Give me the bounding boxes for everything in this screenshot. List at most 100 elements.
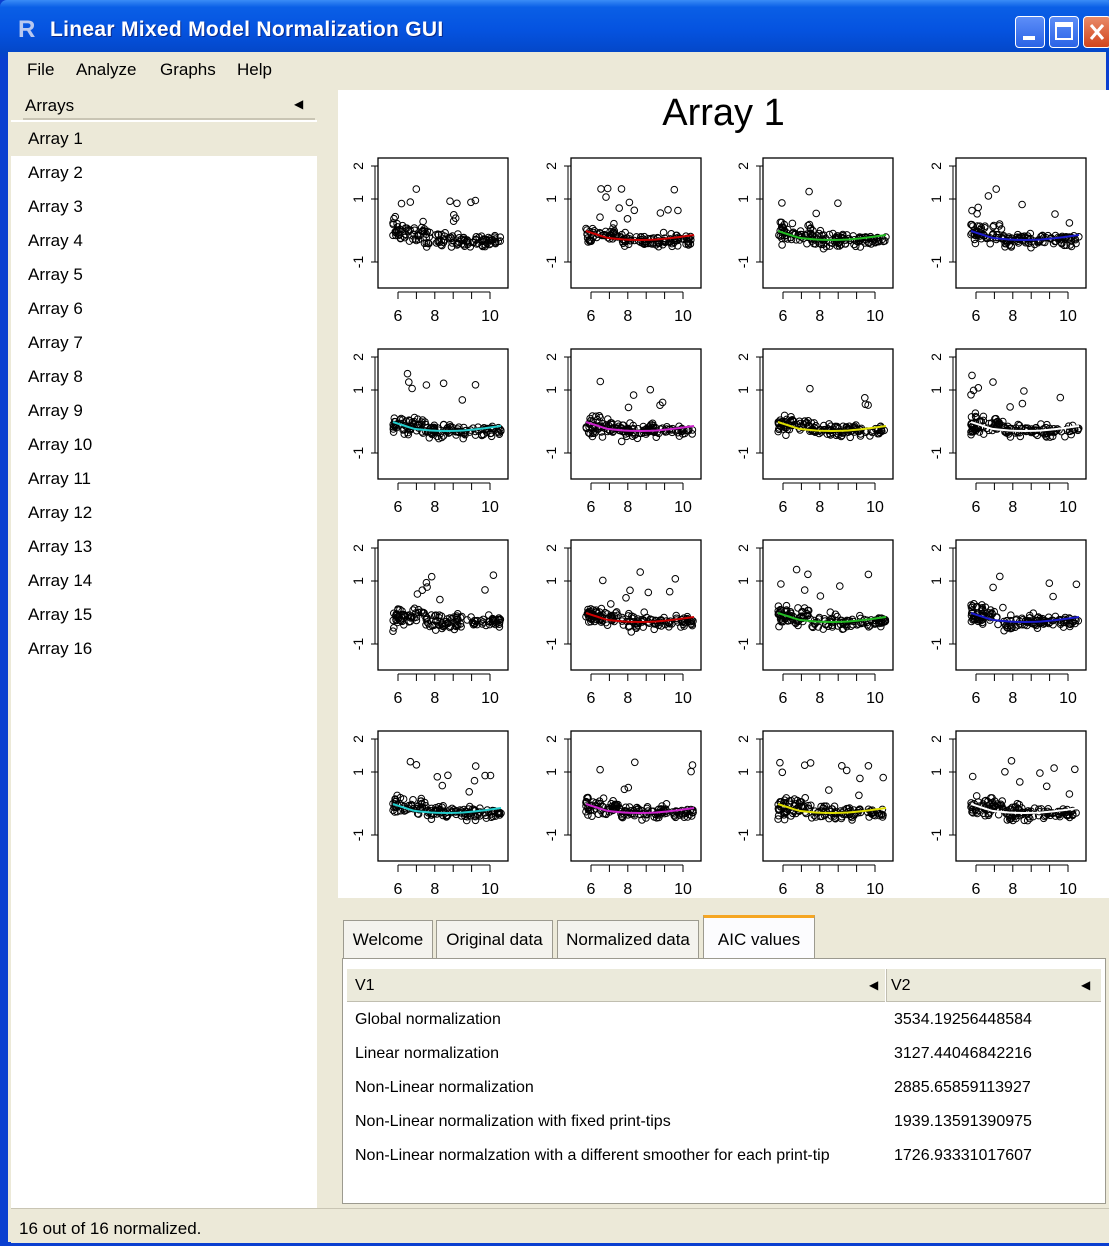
maximize-button[interactable]	[1049, 16, 1079, 48]
menu-help[interactable]: Help	[237, 60, 272, 80]
y-tick-label: -1	[350, 447, 366, 460]
array-list-item[interactable]: Array 2	[11, 156, 317, 190]
ma-plot-panel: 2 1 -1 6 8 10	[735, 730, 894, 898]
x-tick-label: 6	[587, 308, 596, 325]
x-tick-label: 10	[866, 499, 884, 516]
array-list-item[interactable]: Array 9	[11, 394, 317, 428]
tab-welcome[interactable]: Welcome	[343, 920, 433, 958]
close-button[interactable]	[1083, 16, 1109, 48]
menu-bar: File Analyze Graphs Help	[8, 52, 1106, 86]
minimize-button[interactable]	[1015, 16, 1045, 48]
x-tick-label: 10	[866, 690, 884, 707]
status-bar: 16 out of 16 normalized.	[11, 1208, 1109, 1243]
menu-graphs[interactable]: Graphs	[160, 60, 216, 80]
array-list-item[interactable]: Array 5	[11, 258, 317, 292]
y-tick-label: -1	[928, 829, 944, 842]
x-tick-label: 8	[815, 499, 824, 516]
array-list-item[interactable]: Array 4	[11, 224, 317, 258]
aic-row-value: 1939.13591390975	[894, 1113, 1032, 1130]
y-tick-label: 2	[735, 735, 751, 743]
collapse-arrow-icon[interactable]: ◀	[294, 97, 303, 111]
x-tick-label: 6	[779, 881, 788, 898]
arrays-column-header[interactable]: Arrays ◀	[11, 88, 317, 120]
tab-original-data[interactable]: Original data	[436, 920, 553, 958]
panel-splitter[interactable]	[317, 88, 338, 1208]
x-tick-label: 6	[779, 690, 788, 707]
y-tick-label: 1	[350, 195, 366, 203]
x-tick-label: 8	[1008, 690, 1017, 707]
y-tick-label: -1	[543, 638, 559, 651]
y-tick-label: 2	[543, 544, 559, 552]
array-list-item[interactable]: Array 12	[11, 496, 317, 530]
x-tick-label: 8	[623, 690, 632, 707]
plot-frame	[377, 539, 509, 671]
plot-frame	[762, 348, 894, 480]
x-tick-label: 8	[1008, 308, 1017, 325]
array-list-item[interactable]: Array 15	[11, 598, 317, 632]
aic-row-method: Linear normalization	[355, 1045, 500, 1062]
y-tick-label: 1	[928, 768, 944, 776]
x-tick-label: 10	[481, 308, 499, 325]
ma-plot-panel: 2 1 -1 6 8 10	[350, 157, 509, 325]
y-tick-label: 1	[735, 195, 751, 203]
x-tick-label: 10	[674, 499, 692, 516]
x-tick-label: 8	[623, 881, 632, 898]
ma-plot-panel: 2 1 -1 6 8 10	[350, 348, 509, 516]
array-list-item[interactable]: Array 10	[11, 428, 317, 462]
ma-plot-panel: 2 1 -1 6 8 10	[543, 730, 702, 898]
y-tick-label: -1	[928, 638, 944, 651]
array-list-item[interactable]: Array 7	[11, 326, 317, 360]
y-tick-label: -1	[543, 829, 559, 842]
array-list-item[interactable]: Array 13	[11, 530, 317, 564]
y-tick-label: 1	[543, 577, 559, 585]
sort-arrow-icon[interactable]: ◀	[1081, 978, 1090, 992]
array-list-item[interactable]: Array 1	[11, 122, 317, 156]
x-tick-label: 8	[430, 499, 439, 516]
array-list-item[interactable]: Array 14	[11, 564, 317, 598]
aic-row-method: Non-Linear normalization	[355, 1079, 534, 1096]
column-header-v1[interactable]: V1 ◀	[347, 969, 885, 1002]
x-tick-label: 6	[779, 499, 788, 516]
y-tick-label: -1	[928, 447, 944, 460]
tab-normalized-data[interactable]: Normalized data	[557, 920, 699, 958]
x-tick-label: 10	[866, 881, 884, 898]
ma-plot-panel: 2 1 -1 6 8 10	[928, 157, 1087, 325]
ma-plot-panel: 2 1 -1 6 8 10	[543, 539, 702, 707]
array-list-item[interactable]: Array 6	[11, 292, 317, 326]
menu-analyze[interactable]: Analyze	[76, 60, 136, 80]
tab-aic-values[interactable]: AIC values	[703, 915, 815, 959]
x-tick-label: 8	[1008, 881, 1017, 898]
array-list-item[interactable]: Array 8	[11, 360, 317, 394]
array-list-item[interactable]: Array 16	[11, 632, 317, 666]
y-tick-label: 2	[543, 162, 559, 170]
x-tick-label: 6	[394, 499, 403, 516]
y-tick-label: 2	[928, 544, 944, 552]
y-tick-label: 2	[350, 735, 366, 743]
array-list-item[interactable]: Array 11	[11, 462, 317, 496]
ma-plot-panel: 2 1 -1 6 8 10	[543, 348, 702, 516]
x-tick-label: 8	[623, 308, 632, 325]
x-tick-label: 6	[972, 690, 981, 707]
y-tick-label: 2	[928, 162, 944, 170]
x-tick-label: 6	[587, 499, 596, 516]
array-list-item[interactable]: Array 3	[11, 190, 317, 224]
column-header-v2[interactable]: V2 ◀	[886, 969, 1101, 1002]
ma-plot-panel: 2 1 -1 6 8 10	[928, 730, 1087, 898]
x-tick-label: 6	[394, 308, 403, 325]
title-bar[interactable]: R Linear Mixed Model Normalization GUI	[0, 0, 1109, 60]
x-tick-label: 6	[394, 881, 403, 898]
array-list: Array 1 Array 2 Array 3 Array 4 Array 5 Array…	[11, 122, 317, 666]
plot-frame	[377, 157, 509, 289]
y-tick-label: -1	[735, 447, 751, 460]
plot-frame	[570, 157, 702, 289]
menu-file[interactable]: File	[27, 60, 54, 80]
ma-plot-panel: 2 1 -1 6 8 10	[735, 348, 894, 516]
x-tick-label: 10	[481, 690, 499, 707]
x-tick-label: 8	[815, 308, 824, 325]
sort-arrow-icon[interactable]: ◀	[869, 978, 878, 992]
x-tick-label: 8	[430, 690, 439, 707]
y-tick-label: 1	[928, 386, 944, 394]
y-tick-label: -1	[735, 829, 751, 842]
r-logo-icon: R	[18, 16, 36, 43]
window-title: Linear Mixed Model Normalization GUI	[50, 18, 444, 41]
